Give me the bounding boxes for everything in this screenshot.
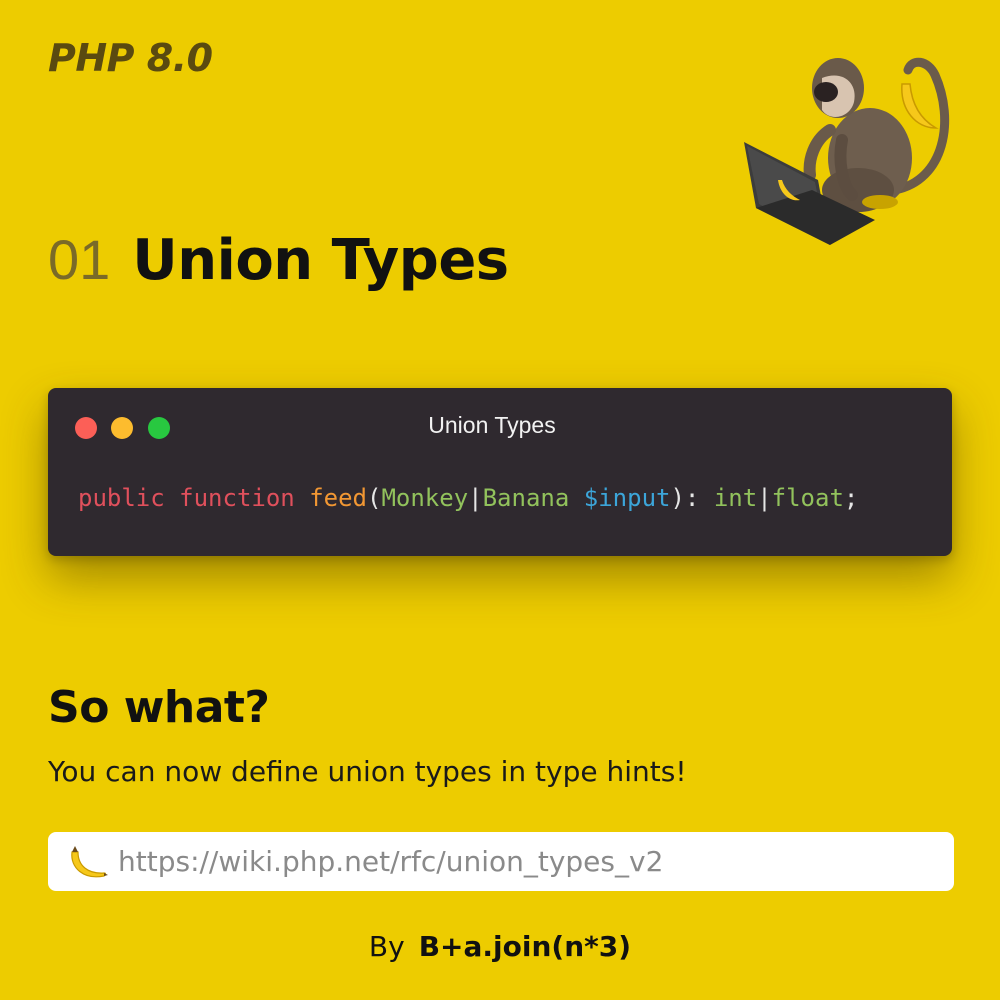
code-window-title: Union Types [428, 412, 556, 438]
reference-url-link[interactable]: https://wiki.php.net/rfc/union_types_v2 [118, 845, 663, 878]
code-token: $input [583, 484, 671, 512]
code-token: feed [309, 484, 367, 512]
reference-link-box[interactable]: https://wiki.php.net/rfc/union_types_v2 [48, 832, 954, 891]
code-token: ): [670, 484, 714, 512]
code-token: Banana [482, 484, 570, 512]
code-token: Monkey [381, 484, 469, 512]
code-token: int [713, 484, 758, 512]
code-token: ; [843, 484, 859, 512]
section-heading: 01 Union Types [48, 224, 509, 297]
code-token: | [468, 484, 483, 512]
so-what-heading: So what? [48, 682, 270, 733]
code-token: float [771, 484, 844, 512]
code-token: public [78, 484, 165, 512]
code-window: Union Types public function feed(Monkey|… [48, 388, 952, 556]
author-name: B+a.join(n*3) [418, 930, 632, 963]
monkey-with-laptop-illustration [744, 57, 950, 245]
code-token: | [757, 484, 772, 512]
page-title: Union Types [132, 228, 509, 293]
by-label: By [368, 930, 405, 963]
code-snippet: public function feed(Monkey|Banana $inpu… [78, 484, 858, 512]
brand-title: PHP 8.0 [48, 36, 213, 80]
code-token: function [179, 484, 295, 512]
description-text: You can now define union types in type h… [48, 755, 687, 788]
byline: By B+a.join(n*3) [0, 930, 1000, 963]
code-token: ( [367, 484, 382, 512]
section-number: 01 [48, 228, 111, 291]
banana-icon [71, 845, 108, 877]
